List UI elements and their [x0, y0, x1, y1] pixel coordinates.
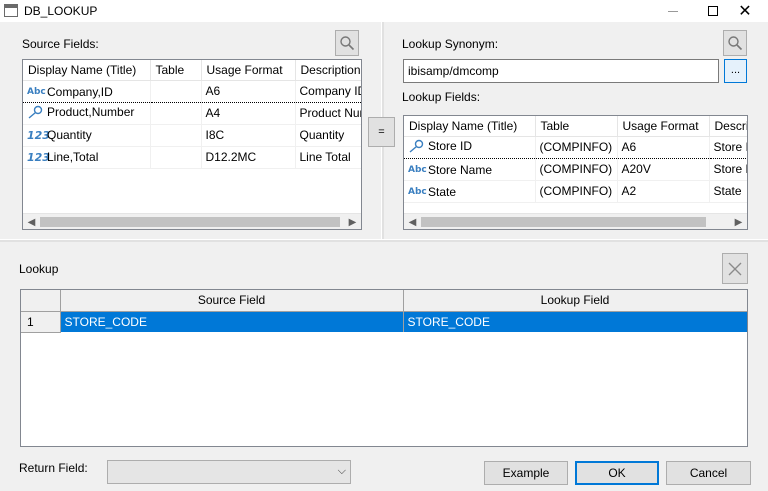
title-bar: DB_LOOKUP ✕: [0, 0, 768, 22]
lookup-section-label: Lookup: [19, 262, 59, 276]
scroll-left-icon[interactable]: ◀: [404, 214, 421, 229]
field-format: D12.2MC: [201, 146, 296, 169]
maximize-icon: [708, 6, 718, 16]
column-header[interactable]: Usage Format: [617, 116, 710, 137]
column-header[interactable]: Usage Format: [201, 60, 296, 81]
lookup-synonym-label: Lookup Synonym:: [402, 37, 499, 51]
field-table: (COMPINFO): [535, 158, 618, 181]
field-description: Quantity: [295, 124, 361, 147]
return-field-select[interactable]: ⌵: [107, 460, 351, 484]
scroll-thumb[interactable]: [421, 217, 706, 227]
scroll-thumb[interactable]: [40, 217, 340, 227]
numeric-icon: 123: [27, 128, 50, 142]
window-title: DB_LOOKUP: [24, 4, 98, 18]
field-table: (COMPINFO): [535, 180, 618, 203]
lookup-fields-grid[interactable]: Display Name (Title) Table Usage Format …: [403, 115, 748, 230]
field-table: [150, 124, 202, 147]
return-field-label: Return Field:: [19, 461, 88, 475]
numeric-icon: 123: [27, 150, 50, 164]
field-table: [150, 102, 202, 125]
row-number: 1: [21, 311, 61, 333]
table-row[interactable]: Abc Company,ID A6 Company ID: [23, 79, 361, 103]
close-icon: ✕: [738, 1, 752, 20]
magnifier-icon: [728, 36, 743, 51]
magnifier-icon: [340, 36, 355, 51]
horizontal-scrollbar[interactable]: ◀ ▶: [404, 213, 747, 229]
field-name: Quantity: [47, 128, 92, 143]
source-fields-label: Source Fields:: [22, 37, 99, 51]
field-format: A20V: [617, 158, 710, 181]
row-header-corner: [21, 290, 61, 312]
abc-icon: Abc: [27, 87, 46, 97]
field-name: Store ID: [428, 138, 473, 153]
field-description: State: [709, 180, 747, 203]
column-header[interactable]: Source Field: [60, 290, 404, 312]
field-format: A2: [617, 180, 710, 203]
source-fields-grid[interactable]: Display Name (Title) Table Usage Format …: [22, 59, 362, 230]
column-header[interactable]: Display Name (Title): [404, 116, 536, 137]
field-description: Product Number: [295, 102, 361, 125]
field-name: Line,Total: [47, 150, 99, 165]
lookup-field-cell[interactable]: STORE_CODE: [403, 311, 747, 332]
table-row[interactable]: 123 Quantity I8C Quantity: [23, 124, 361, 147]
column-header[interactable]: Lookup Field: [403, 290, 747, 312]
lookup-fields-label: Lookup Fields:: [402, 90, 481, 104]
abc-icon: Abc: [408, 187, 427, 197]
scroll-right-icon[interactable]: ▶: [344, 214, 361, 229]
ok-button[interactable]: OK: [575, 461, 659, 485]
column-header[interactable]: Description: [709, 116, 747, 137]
key-icon: [409, 139, 424, 153]
table-row[interactable]: Product,Number A4 Product Number: [23, 102, 361, 125]
map-equal-button[interactable]: =: [368, 117, 395, 147]
field-format: I8C: [201, 124, 296, 147]
key-icon: [28, 105, 43, 119]
source-search-button[interactable]: [335, 30, 359, 56]
chevron-down-icon: ⌵: [337, 465, 346, 477]
scroll-left-icon[interactable]: ◀: [23, 214, 40, 229]
close-button[interactable]: ✕: [722, 0, 768, 22]
field-table: [150, 146, 202, 169]
lookup-mapping-grid[interactable]: Source Field Lookup Field 1 STORE_CODE S…: [20, 289, 748, 447]
table-row[interactable]: Abc State (COMPINFO) A2 State: [404, 180, 747, 203]
field-description: Line Total: [295, 146, 361, 169]
delete-lookup-button[interactable]: [722, 253, 748, 284]
table-row[interactable]: Store ID (COMPINFO) A6 Store ID: [404, 135, 747, 159]
field-format: A4: [201, 102, 296, 125]
field-table: (COMPINFO): [535, 135, 618, 159]
table-row[interactable]: AbcStore Name (COMPINFO) A20V Store Name: [404, 158, 747, 181]
table-row[interactable]: 1 STORE_CODE STORE_CODE: [21, 311, 747, 333]
field-name: State: [428, 185, 457, 199]
scroll-right-icon[interactable]: ▶: [730, 214, 747, 229]
table-row[interactable]: 123 Line,Total D12.2MC Line Total: [23, 146, 361, 169]
lookup-search-button[interactable]: [723, 30, 747, 56]
delete-icon: [728, 262, 742, 275]
minimize-icon: [668, 10, 678, 12]
browse-button[interactable]: ...: [724, 59, 747, 83]
horizontal-scrollbar[interactable]: ◀ ▶: [23, 213, 361, 229]
app-icon: [4, 4, 18, 17]
field-format: A6: [617, 135, 710, 159]
abc-icon: Abc: [408, 165, 427, 175]
column-header[interactable]: Description: [295, 60, 361, 81]
horizontal-splitter[interactable]: [0, 239, 768, 242]
lookup-synonym-input[interactable]: ibisamp/dmcomp: [403, 59, 719, 83]
field-description: Store ID: [709, 135, 747, 159]
field-description: Company ID: [295, 79, 361, 103]
field-name: Store Name: [428, 163, 493, 177]
example-button[interactable]: Example: [484, 461, 568, 485]
field-format: A6: [201, 79, 296, 103]
field-name: Company,ID: [47, 85, 113, 99]
column-header[interactable]: Table: [535, 116, 618, 137]
column-header[interactable]: Table: [150, 60, 202, 81]
column-header[interactable]: Display Name (Title): [23, 60, 151, 81]
source-field-cell[interactable]: STORE_CODE: [60, 311, 404, 332]
field-description: Store Name: [709, 158, 747, 181]
cancel-button[interactable]: Cancel: [666, 461, 751, 485]
field-table: [150, 79, 202, 103]
field-name: Product,Number: [47, 104, 135, 119]
